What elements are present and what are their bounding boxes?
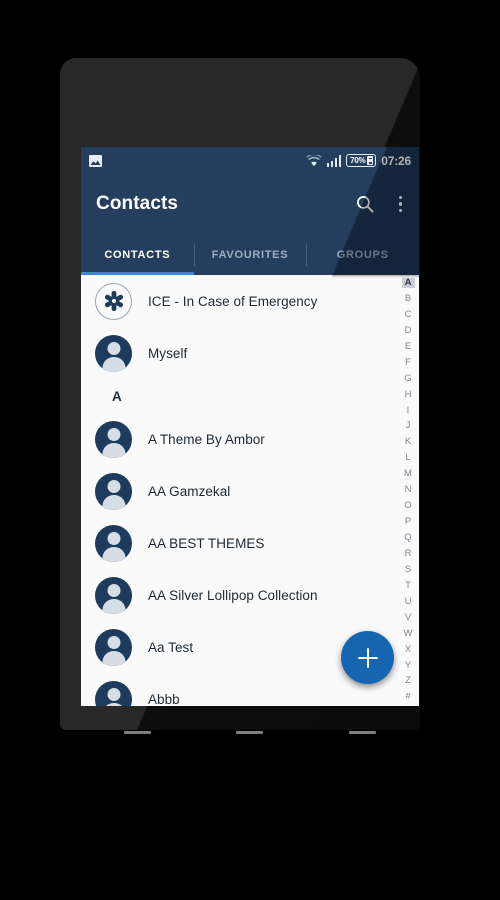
index-letter-h[interactable]: H: [402, 390, 415, 400]
person-avatar: [95, 334, 132, 372]
list-item[interactable]: AA Silver Lollipop Collection: [81, 569, 419, 621]
contact-list[interactable]: ICE - In Case of Emergency Myself A A Th…: [81, 275, 419, 706]
page-title: Contacts: [96, 193, 179, 214]
nav-recents-button[interactable]: [349, 730, 377, 734]
index-letter-j[interactable]: J: [402, 421, 415, 431]
index-letter-g[interactable]: G: [402, 374, 415, 384]
index-letter-f[interactable]: F: [402, 358, 415, 368]
index-letter-c[interactable]: C: [402, 310, 415, 320]
index-letter-y[interactable]: Y: [402, 660, 415, 671]
index-letter-k[interactable]: K: [402, 437, 415, 447]
index-letter-d[interactable]: D: [402, 326, 415, 336]
contact-name: Myself: [148, 345, 188, 361]
list-item[interactable]: A Theme By Ambor: [81, 413, 419, 465]
person-avatar: [95, 420, 132, 458]
person-avatar: [95, 524, 132, 562]
person-avatar: [95, 628, 132, 666]
index-letter-q[interactable]: Q: [402, 533, 415, 543]
cellular-signal-icon: [326, 154, 342, 167]
index-letter-v[interactable]: V: [402, 613, 415, 623]
star-of-life-icon: [95, 282, 132, 320]
battery-charging-icon: 70%: [346, 154, 377, 167]
tab-groups[interactable]: GROUPS: [306, 234, 419, 275]
index-letter-n[interactable]: N: [402, 485, 415, 495]
index-letter-m[interactable]: M: [402, 469, 415, 479]
add-contact-fab[interactable]: [341, 631, 394, 684]
wifi-icon: [306, 154, 322, 167]
list-item[interactable]: AA Gamzekal: [81, 465, 419, 517]
index-letter-s[interactable]: S: [402, 565, 415, 575]
battery-plug-icon: [367, 156, 374, 165]
app-bar: Contacts: [81, 174, 419, 234]
index-letter-a[interactable]: A: [401, 278, 415, 288]
contact-name: AA Gamzekal: [148, 483, 231, 499]
person-avatar: [95, 472, 132, 510]
app-bar-actions: [355, 194, 407, 215]
index-letter-w[interactable]: W: [402, 629, 415, 639]
list-item[interactable]: Myself: [81, 327, 419, 379]
plus-icon: [357, 647, 378, 668]
phone-screen: 70% 07:26 Contacts CONTACTS FAVOURITES G…: [81, 147, 419, 706]
index-letter-e[interactable]: E: [402, 342, 415, 352]
navigation-bar: [81, 712, 419, 752]
contact-name: Abbb: [148, 691, 180, 707]
contact-name: A Theme By Ambor: [148, 431, 265, 447]
photo-icon: [89, 154, 102, 167]
contact-name: ICE - In Case of Emergency: [148, 293, 318, 309]
nav-back-button[interactable]: [123, 730, 151, 734]
alphabet-index-strip[interactable]: A B C D E F G H I J K L M N O P Q R S T U V W X Y Z #: [397, 275, 419, 706]
list-item[interactable]: ICE - In Case of Emergency: [81, 275, 419, 327]
status-bar-clock: 07:26: [381, 153, 411, 168]
index-letter-hash[interactable]: #: [402, 692, 415, 702]
nav-home-button[interactable]: [236, 730, 264, 734]
section-header: A: [112, 388, 122, 404]
index-letter-p[interactable]: P: [402, 517, 415, 527]
screenshot-stage: 70% 07:26 Contacts CONTACTS FAVOURITES G…: [0, 0, 500, 900]
person-avatar: [95, 576, 132, 614]
person-avatar: [95, 680, 132, 706]
status-bar-notifications: [89, 154, 102, 167]
contact-name: Aa Test: [148, 639, 194, 655]
index-letter-x[interactable]: X: [402, 645, 415, 655]
contact-name: AA BEST THEMES: [148, 535, 265, 551]
index-letter-i[interactable]: I: [402, 405, 415, 416]
search-icon[interactable]: [355, 194, 375, 214]
index-letter-l[interactable]: L: [402, 453, 415, 463]
battery-level-label: 70%: [350, 156, 366, 165]
status-bar: 70% 07:26: [81, 147, 419, 174]
more-vertical-icon[interactable]: [395, 194, 407, 215]
tab-contacts[interactable]: CONTACTS: [81, 234, 194, 275]
contact-name: AA Silver Lollipop Collection: [148, 587, 318, 603]
status-bar-system: 70% 07:26: [306, 154, 411, 168]
index-letter-u[interactable]: U: [402, 597, 415, 607]
index-letter-t[interactable]: T: [402, 581, 415, 591]
index-letter-z[interactable]: Z: [402, 676, 415, 686]
tab-bar: CONTACTS FAVOURITES GROUPS: [81, 234, 419, 275]
index-letter-r[interactable]: R: [402, 549, 415, 559]
index-letter-o[interactable]: O: [402, 501, 415, 511]
index-letter-b[interactable]: B: [402, 294, 415, 304]
list-item[interactable]: AA BEST THEMES: [81, 517, 419, 569]
tab-favourites[interactable]: FAVOURITES: [193, 234, 307, 275]
